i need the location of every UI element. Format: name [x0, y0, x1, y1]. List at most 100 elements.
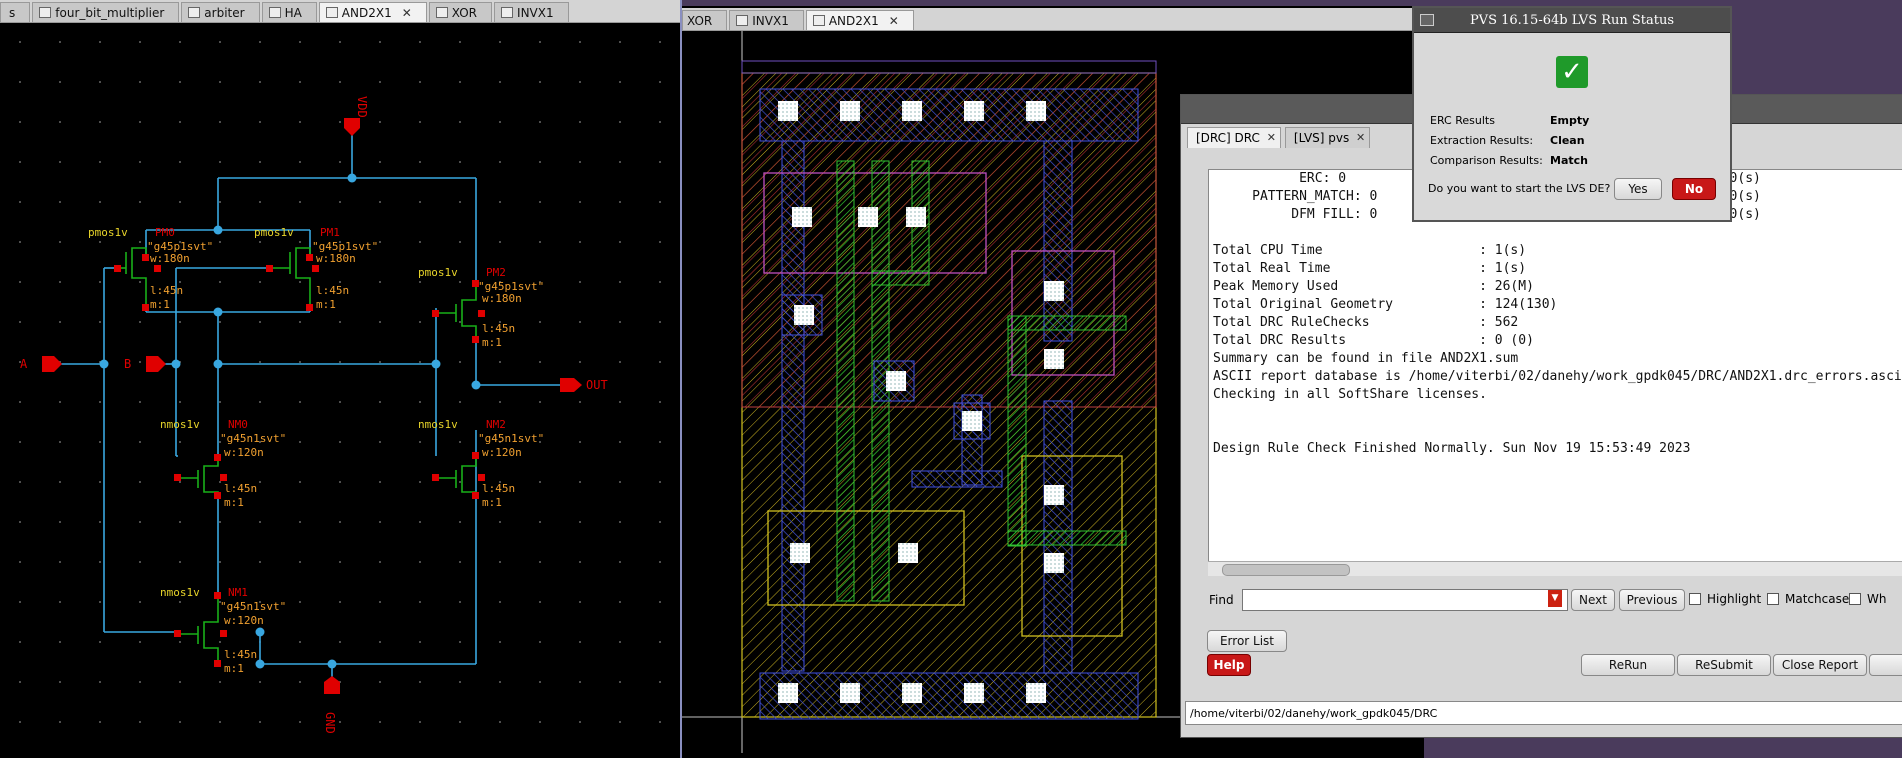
chevron-down-icon[interactable]: ▼: [1548, 590, 1562, 607]
wh-checkbox[interactable]: Wh: [1849, 592, 1886, 606]
nm2-m: m:1: [482, 496, 502, 509]
comparison-results-value: Match: [1550, 154, 1588, 167]
extraction-results-value: Clean: [1550, 134, 1585, 147]
close-report-button[interactable]: Close Report: [1773, 654, 1867, 676]
schematic-tabbar: s four_bit_multiplier arbiter HA AND2X1 ✕…: [0, 0, 680, 23]
find-input[interactable]: [1242, 589, 1568, 611]
extraction-results-label: Extraction Results:: [1430, 134, 1534, 147]
close-icon[interactable]: ✕: [1267, 131, 1276, 144]
tab-and2x1-layout[interactable]: AND2X1 ✕: [805, 10, 914, 30]
pm0-l: l:45n: [150, 284, 183, 297]
drc-report-text[interactable]: ERC: 0 L = 0(s) PATTERN_MATCH: 0 L = 0(s…: [1208, 169, 1902, 571]
nm1-name: NM1: [228, 586, 248, 599]
status-path: /home/viterbi/02/danehy/work_gpdk045/DRC: [1185, 701, 1902, 725]
horizontal-scrollbar[interactable]: [1208, 561, 1902, 576]
window-menu-icon[interactable]: [1420, 14, 1434, 26]
no-button[interactable]: No: [1672, 178, 1716, 200]
tab-invx1[interactable]: INVX1: [494, 2, 569, 22]
lvs-title: PVS 16.15-64b LVS Run Status: [1469, 12, 1675, 28]
erc-results-value: Empty: [1550, 114, 1590, 127]
nm1-l: l:45n: [224, 648, 257, 661]
tab-four-bit-multiplier[interactable]: four_bit_multiplier: [32, 2, 180, 22]
cellview-icon: [736, 15, 749, 26]
nm2-name: NM2: [486, 418, 506, 431]
tab-xor-layout[interactable]: XOR: [682, 10, 728, 30]
error-list-button[interactable]: Error List: [1207, 630, 1287, 652]
tab-invx1-layout[interactable]: INVX1: [729, 10, 804, 30]
scrollbar-thumb[interactable]: [1222, 564, 1350, 576]
tab-lvs-pvs[interactable]: [LVS] pvs ✕: [1284, 127, 1371, 148]
nm1-w: w:120n: [224, 614, 264, 627]
pin-vdd-label: VDD: [355, 96, 369, 118]
layout-tabbar: XOR INVX1 AND2X1 ✕: [682, 8, 1424, 31]
erc-results-label: ERC Results: [1430, 114, 1495, 127]
pm2-name: PM2: [486, 266, 506, 279]
previous-button[interactable]: Previous: [1619, 589, 1685, 611]
next-button[interactable]: Next: [1571, 589, 1615, 611]
checkbox-box[interactable]: [1767, 593, 1779, 605]
pm1-m: m:1: [316, 298, 336, 311]
nm0-model: "g45n1svt": [220, 432, 286, 445]
tab-ha[interactable]: HA: [261, 2, 317, 22]
drc-tabs: [DRC] DRC ✕ [LVS] pvs ✕: [1187, 127, 1374, 148]
pm2-l: l:45n: [482, 322, 515, 335]
highlight-checkbox[interactable]: Highlight: [1689, 592, 1761, 606]
find-label: Find: [1209, 593, 1234, 607]
nm2-model: "g45n1svt": [478, 432, 544, 445]
resubmit-button[interactable]: ReSubmit: [1677, 654, 1771, 676]
pm1-type: pmos1v: [254, 226, 294, 239]
checkbox-box[interactable]: [1849, 593, 1861, 605]
lvs-question: Do you want to start the LVS DE?: [1428, 182, 1611, 195]
cellview-icon: [812, 15, 825, 26]
pm0-name: PM0: [155, 226, 175, 239]
cellview-icon: [188, 7, 201, 18]
tab-arbiter[interactable]: arbiter: [181, 2, 260, 22]
layout-toolbar: [682, 0, 1424, 6]
cellview-icon: [39, 7, 52, 18]
cellview-icon: [435, 7, 448, 18]
layout-geometry: [741, 60, 1157, 720]
nm1-type: nmos1v: [160, 586, 200, 599]
pm1-name: PM1: [320, 226, 340, 239]
nm0-type: nmos1v: [160, 418, 200, 431]
pm0-type: pmos1v: [88, 226, 128, 239]
pm2-type: pmos1v: [418, 266, 458, 279]
pm2-w: w:180n: [482, 292, 522, 305]
rerun-button[interactable]: ReRun: [1581, 654, 1675, 676]
checkbox-box[interactable]: [1689, 593, 1701, 605]
nm0-l: l:45n: [224, 482, 257, 495]
pm1-l: l:45n: [316, 284, 349, 297]
pin-a-label: A: [20, 357, 28, 371]
help-button[interactable]: Help: [1207, 654, 1251, 676]
comparison-results-label: Comparison Results:: [1430, 154, 1543, 167]
close-icon[interactable]: ✕: [1356, 131, 1365, 144]
nm2-l: l:45n: [482, 482, 515, 495]
schematic-pane[interactable]: s four_bit_multiplier arbiter HA AND2X1 ✕…: [0, 0, 680, 758]
pm0-m: m:1: [150, 298, 170, 311]
close-icon[interactable]: ✕: [889, 14, 899, 28]
nm0-w: w:120n: [224, 446, 264, 459]
tab-and2x1[interactable]: AND2X1 ✕: [318, 2, 427, 22]
lvs-run-status-dialog[interactable]: PVS 16.15-64b LVS Run Status ✓ ERC Resul…: [1412, 6, 1732, 222]
more-button[interactable]: [1869, 654, 1902, 676]
yes-button[interactable]: Yes: [1614, 178, 1662, 200]
pm2-m: m:1: [482, 336, 502, 349]
pm1-w: w:180n: [316, 252, 356, 265]
nm1-m: m:1: [224, 662, 244, 675]
tab-xor[interactable]: XOR: [428, 2, 493, 22]
cellview-icon: [325, 7, 338, 18]
pin-gnd-label: GND: [323, 712, 337, 734]
schematic-canvas[interactable]: VDD GND A B OUT pmos1v PM0 "g45p1svt" w:…: [0, 22, 680, 758]
pin-b-label: B: [124, 357, 131, 371]
pin-out-label: OUT: [586, 378, 608, 392]
nm1-model: "g45n1svt": [220, 600, 286, 613]
cellview-icon: [501, 7, 514, 18]
matchcase-checkbox[interactable]: Matchcase: [1767, 592, 1849, 606]
lvs-titlebar[interactable]: PVS 16.15-64b LVS Run Status: [1414, 8, 1730, 33]
nm2-type: nmos1v: [418, 418, 458, 431]
close-icon[interactable]: ✕: [402, 6, 412, 20]
nm0-m: m:1: [224, 496, 244, 509]
cellview-icon: [268, 7, 281, 18]
tab-drc[interactable]: [DRC] DRC ✕: [1187, 127, 1281, 148]
schematic-tab-scroll-left[interactable]: s: [0, 2, 31, 22]
